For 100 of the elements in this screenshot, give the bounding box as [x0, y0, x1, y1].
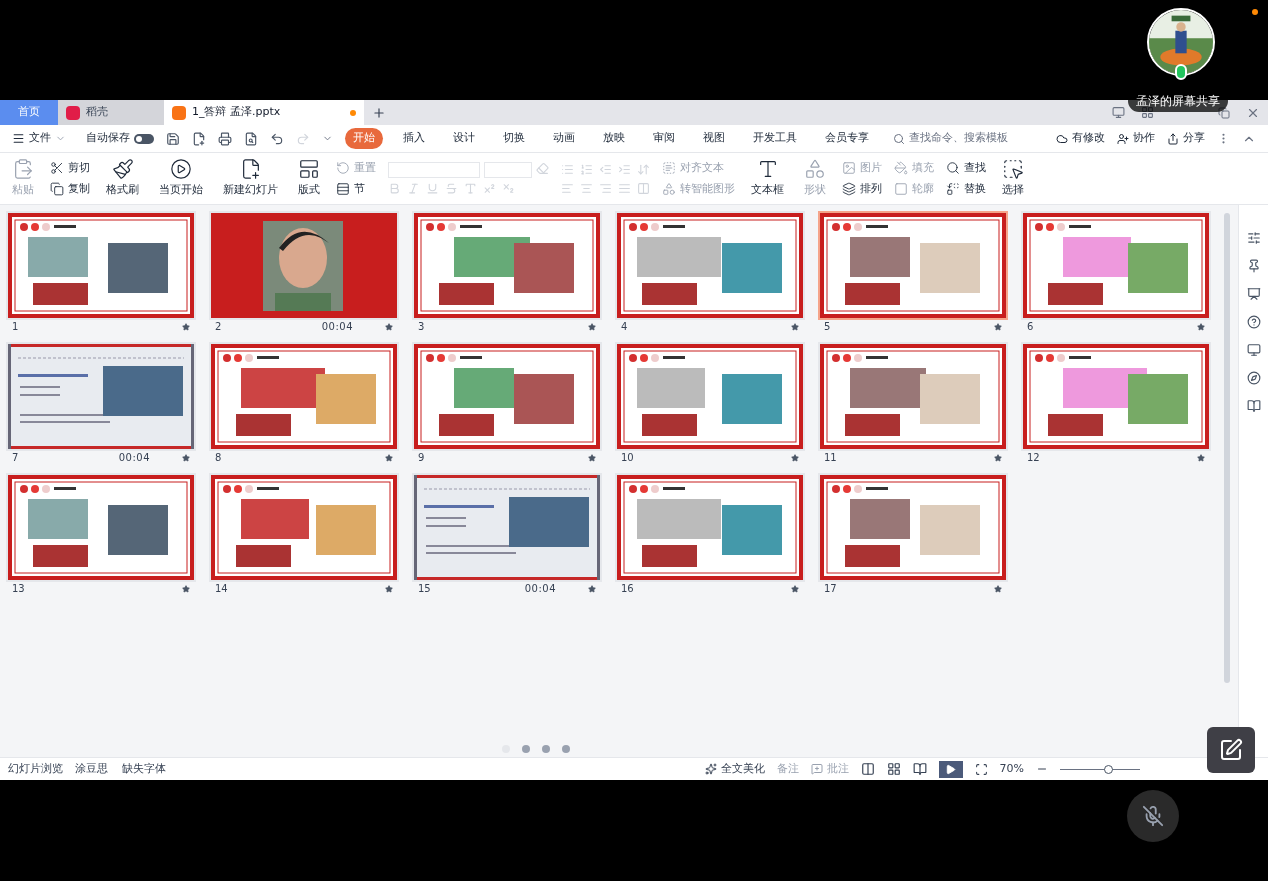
- tool-icon: [894, 161, 908, 176]
- new-tab-icon[interactable]: [372, 105, 386, 120]
- side-tool-icon[interactable]: [1246, 287, 1261, 301]
- replace-button[interactable]: 替换: [946, 180, 986, 197]
- ribbon-tab[interactable]: 切换: [495, 128, 533, 149]
- tool-icon: [336, 161, 350, 176]
- fit-icon[interactable]: [974, 762, 988, 776]
- toolbar-icon[interactable]: [166, 131, 180, 146]
- autosave-label: 自动保存: [86, 130, 130, 147]
- find-button[interactable]: 查找: [946, 160, 986, 177]
- status-item[interactable]: 涂豆思: [75, 760, 108, 778]
- new-slide-button[interactable]: 新建幻灯片: [219, 158, 282, 199]
- file-menu[interactable]: 文件: [12, 130, 66, 147]
- scrollbar[interactable]: [1224, 213, 1230, 683]
- layout-button[interactable]: 版式: [294, 158, 324, 199]
- animation-star-icon: [994, 453, 1002, 462]
- ribbon-tab[interactable]: 动画: [545, 128, 583, 149]
- slide-number: 8: [215, 451, 222, 465]
- animation-star-icon: [588, 322, 596, 331]
- exit-fullscreen-button[interactable]: [1207, 727, 1255, 773]
- side-tool-icon[interactable]: [1246, 371, 1261, 385]
- normal-view-icon[interactable]: [860, 762, 875, 776]
- animation-star-icon: [1197, 453, 1205, 462]
- toolbar-icon[interactable]: [244, 131, 258, 146]
- ribbon-tab[interactable]: 审阅: [645, 128, 683, 149]
- beautify-button[interactable]: 全文美化: [704, 760, 765, 778]
- slide-number: 14: [215, 582, 228, 596]
- window-icon[interactable]: [1112, 106, 1125, 119]
- slide-timing: 00:04: [321, 320, 353, 334]
- animation-star-icon: [791, 453, 799, 462]
- cut-button[interactable]: 剪切: [50, 160, 90, 177]
- reading-view-icon[interactable]: [912, 762, 927, 776]
- slide-number: 16: [621, 582, 634, 596]
- side-tool-icon[interactable]: [1246, 259, 1261, 273]
- animation-star-icon: [994, 584, 1002, 593]
- header-action[interactable]: 协作: [1117, 130, 1155, 147]
- menu-icon: [12, 132, 25, 145]
- status-item[interactable]: 缺失字体: [120, 760, 166, 778]
- animation-star-icon: [385, 453, 393, 462]
- slide-timing: 00:04: [118, 451, 150, 465]
- copy-button[interactable]: 复制: [50, 180, 90, 197]
- tool-icon: [842, 181, 856, 196]
- header-action[interactable]: 有修改: [1056, 130, 1105, 147]
- tool-icon: [170, 158, 192, 181]
- animation-star-icon: [385, 584, 393, 593]
- format-painter-button[interactable]: 格式刷: [102, 158, 143, 199]
- play-button[interactable]: 当页开始: [155, 158, 207, 199]
- arrange-button[interactable]: 排列: [842, 180, 882, 197]
- mic-button[interactable]: [1127, 790, 1179, 842]
- cloud-icon: [1056, 132, 1068, 145]
- side-tool-icon[interactable]: [1246, 315, 1261, 329]
- slide-number: 17: [824, 582, 837, 596]
- status-item[interactable]: 幻灯片浏览: [8, 760, 63, 778]
- tool-icon: [12, 158, 34, 181]
- zoom-level[interactable]: 70%: [999, 760, 1024, 778]
- ribbon-tab[interactable]: 视图: [695, 128, 733, 149]
- slide-number: 2: [215, 320, 222, 334]
- animation-star-icon: [1197, 322, 1205, 331]
- slide-number: 13: [12, 582, 25, 596]
- autosave-toggle[interactable]: [134, 133, 154, 144]
- side-tool-icon[interactable]: [1246, 399, 1261, 413]
- text-box-button[interactable]: 文本框: [747, 158, 788, 199]
- tool-icon: [842, 161, 856, 176]
- pen-square-icon: [1219, 738, 1243, 762]
- slide-number: 11: [824, 451, 837, 465]
- ribbon-tab[interactable]: 放映: [595, 128, 633, 149]
- ribbon-tab[interactable]: 会员专享: [817, 128, 877, 149]
- toolbar-icon[interactable]: [218, 131, 232, 146]
- slide-timing: 00:04: [524, 582, 556, 596]
- animation-star-icon: [182, 584, 190, 593]
- header-action[interactable]: 分享: [1167, 130, 1205, 147]
- search-field[interactable]: 查找命令、搜索模板: [893, 130, 1008, 147]
- ribbon-tab[interactable]: 开发工具: [745, 128, 805, 149]
- comment-icon: [810, 763, 823, 775]
- tool-icon: [336, 181, 350, 196]
- person-plus-icon: [1117, 132, 1129, 145]
- slide-number: 12: [1027, 451, 1040, 465]
- document-tab[interactable]: 1_答辩 孟泽.pptx: [164, 100, 364, 125]
- side-tool-icon[interactable]: [1246, 231, 1261, 245]
- slide-number: 1: [12, 320, 19, 334]
- sparkle-icon: [704, 763, 717, 775]
- ribbon-tab[interactable]: 设计: [445, 128, 483, 149]
- side-tool-icon[interactable]: [1246, 343, 1261, 357]
- animation-star-icon: [182, 322, 190, 331]
- play-icon[interactable]: [938, 760, 963, 778]
- section-button[interactable]: 节: [336, 180, 376, 197]
- ribbon-tab[interactable]: 插入: [395, 128, 433, 149]
- slide-number: 3: [418, 320, 425, 334]
- tool-icon: [298, 158, 320, 181]
- sorter-view-icon[interactable]: [886, 762, 901, 776]
- toolbar-icon[interactable]: [270, 131, 284, 146]
- select-button[interactable]: 选择: [998, 158, 1028, 199]
- animation-star-icon: [588, 584, 596, 593]
- toolbar-icon[interactable]: [192, 131, 206, 146]
- tool-icon: [662, 181, 676, 196]
- font-field[interactable]: [388, 162, 480, 178]
- document-tab[interactable]: 稻壳: [58, 100, 164, 125]
- size-field[interactable]: [484, 162, 532, 178]
- tool-icon: [662, 161, 676, 176]
- animation-star-icon: [791, 322, 799, 331]
